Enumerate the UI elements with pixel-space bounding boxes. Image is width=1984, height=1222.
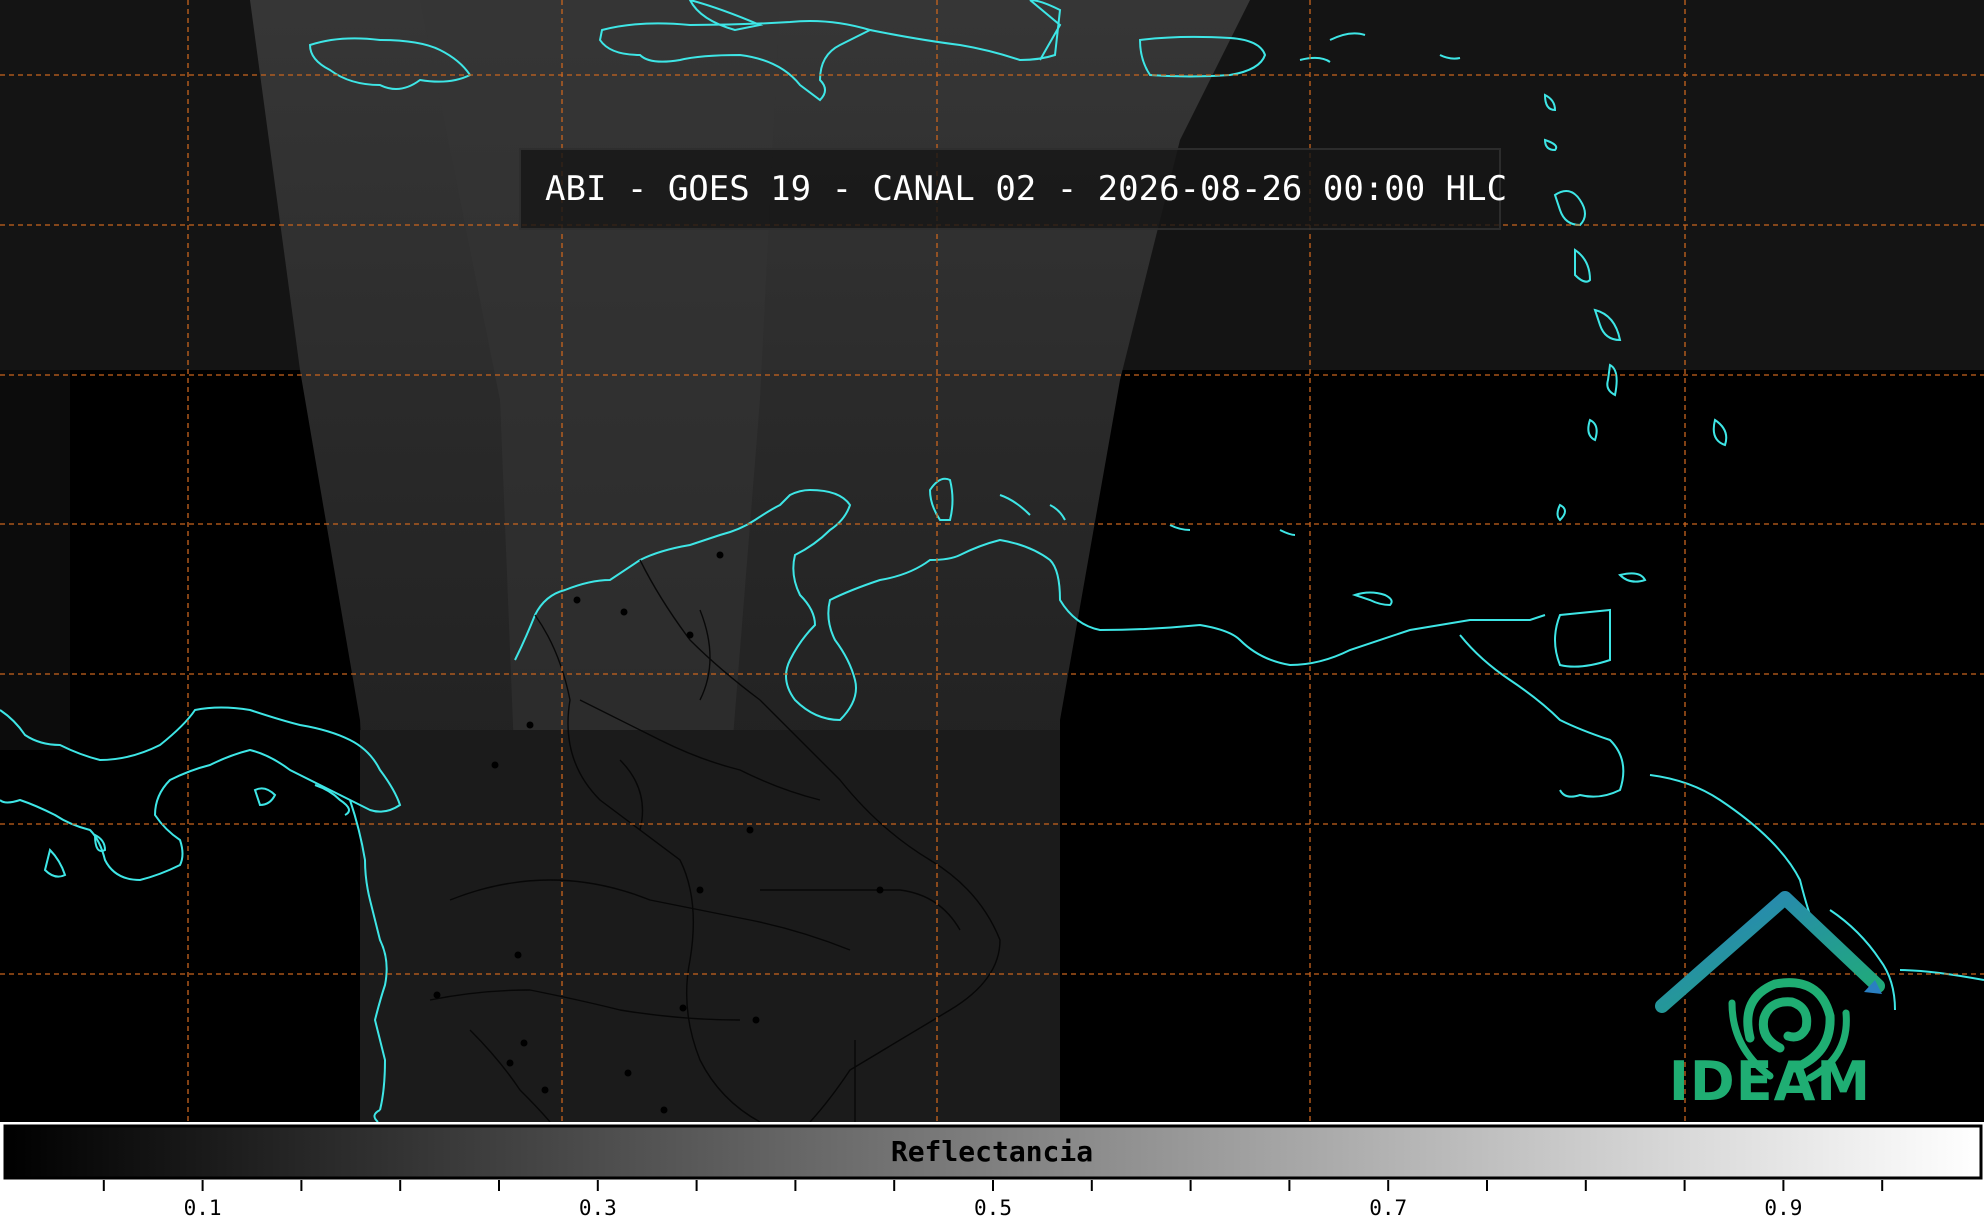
colorbar-label: Reflectancia	[890, 1135, 1094, 1168]
map-title: ABI - GOES 19 - CANAL 02 - 2026-08-26 00…	[519, 148, 1507, 230]
satellite-map-figure: ABI - GOES 19 - CANAL 02 - 2026-08-26 00…	[0, 0, 1984, 1222]
ideam-logo-text: IDEAM	[1668, 1050, 1872, 1113]
colorbar-tick-label: 0.9	[1764, 1196, 1803, 1220]
colorbar-tick-label: 0.7	[1369, 1196, 1408, 1220]
colorbar-tick-label: 0.1	[183, 1196, 222, 1220]
colorbar-tick-label: 0.5	[974, 1196, 1012, 1220]
colorbar-tick-label: 0.3	[578, 1196, 617, 1220]
